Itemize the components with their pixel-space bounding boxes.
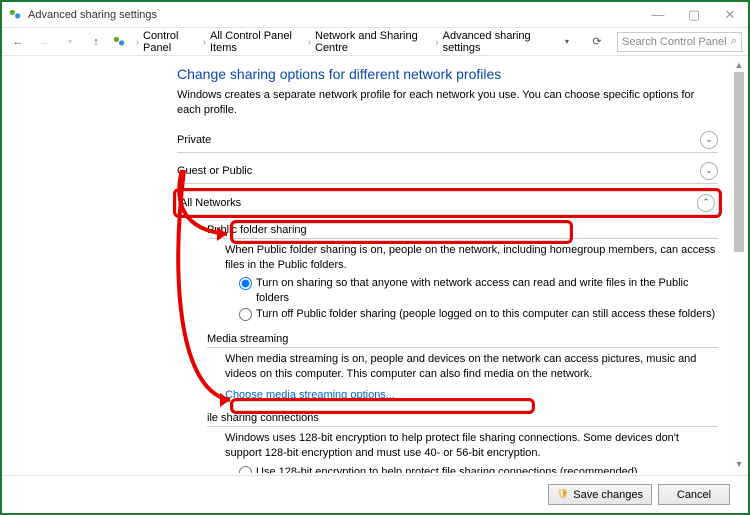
address-dropdown[interactable]: ▾ xyxy=(557,32,577,52)
maximize-button[interactable]: ▢ xyxy=(676,3,712,27)
radio-public-on[interactable]: Turn on sharing so that anyone with netw… xyxy=(239,276,718,306)
scroll-track[interactable] xyxy=(732,72,746,457)
section-public-folder: Public folder sharing When Public folder… xyxy=(177,220,718,329)
crumb-network-sharing[interactable]: Network and Sharing Centre xyxy=(315,30,432,54)
radio-public-off[interactable]: Turn off Public folder sharing (people l… xyxy=(239,307,718,322)
cancel-button[interactable]: Cancel xyxy=(658,484,730,505)
page-heading: Change sharing options for different net… xyxy=(177,66,718,82)
up-button[interactable]: ↑ xyxy=(86,32,106,52)
crumb-all-items[interactable]: All Control Panel Items xyxy=(210,30,304,54)
save-button[interactable]: 🛡 Save changes xyxy=(548,484,652,505)
section-media: Media streaming When media streaming is … xyxy=(177,329,718,409)
scroll-down[interactable]: ▼ xyxy=(732,457,746,471)
page-subtext: Windows creates a separate network profi… xyxy=(177,88,718,118)
back-button[interactable]: ← xyxy=(8,32,28,52)
chevron-down-icon: ⌄ xyxy=(700,131,718,149)
app-icon xyxy=(8,8,22,22)
window-title: Advanced sharing settings xyxy=(28,9,640,21)
link-media-options[interactable]: Choose media streaming options... xyxy=(225,389,395,401)
breadcrumb[interactable]: › Control Panel › All Control Panel Item… xyxy=(132,30,551,54)
recent-dropdown[interactable]: ▾ xyxy=(60,32,80,52)
chevron-up-icon: ⌃ xyxy=(697,194,715,212)
section-file-sharing: ile sharing connections Windows uses 128… xyxy=(177,408,718,473)
minimize-button[interactable]: — xyxy=(640,3,676,27)
profile-guest[interactable]: Guest or Public ⌄ xyxy=(177,159,718,184)
shield-icon: 🛡 xyxy=(557,489,570,500)
location-icon xyxy=(112,35,126,49)
refresh-button[interactable]: ⟳ xyxy=(587,32,607,52)
nav-bar: ← → ▾ ↑ › Control Panel › All Control Pa… xyxy=(2,28,748,56)
forward-button: → xyxy=(34,32,54,52)
profile-all-networks[interactable]: All Networks ⌃ xyxy=(173,188,722,218)
search-icon: ⌕ xyxy=(731,35,737,48)
radio-128bit[interactable]: Use 128-bit encryption to help protect f… xyxy=(239,465,718,473)
content-area: Change sharing options for different net… xyxy=(2,56,748,473)
scroll-up[interactable]: ▲ xyxy=(732,58,746,72)
title-bar: Advanced sharing settings — ▢ ✕ xyxy=(2,2,748,28)
chevron-down-icon: ⌄ xyxy=(700,162,718,180)
crumb-control-panel[interactable]: Control Panel xyxy=(143,30,199,54)
scrollbar[interactable]: ▲ ▼ xyxy=(732,58,746,471)
footer: 🛡 Save changes Cancel xyxy=(2,475,748,513)
crumb-advanced-sharing[interactable]: Advanced sharing settings xyxy=(443,30,551,54)
search-input[interactable]: Search Control Panel ⌕ xyxy=(617,32,742,52)
close-button[interactable]: ✕ xyxy=(712,3,748,27)
scroll-thumb[interactable] xyxy=(734,72,744,252)
profile-private[interactable]: Private ⌄ xyxy=(177,128,718,153)
